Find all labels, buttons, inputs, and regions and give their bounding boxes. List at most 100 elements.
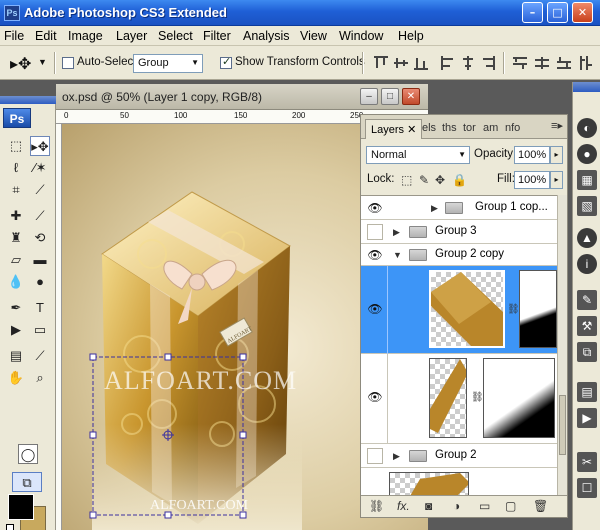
rectangle-tool-icon[interactable]: ▭ bbox=[30, 320, 50, 340]
notes-tool-icon[interactable]: ▤ bbox=[6, 346, 26, 366]
swatches-icon[interactable]: ▦ bbox=[577, 170, 597, 190]
expand-triangle-icon[interactable]: ▶ bbox=[393, 451, 400, 462]
dodge-tool-icon[interactable]: ● bbox=[30, 272, 50, 292]
minimize-button[interactable]: – bbox=[522, 2, 543, 23]
visibility-eye-icon[interactable]: 👁 bbox=[367, 390, 383, 404]
histogram-icon[interactable]: ▲ bbox=[577, 228, 597, 248]
align-top-edges-icon[interactable] bbox=[373, 55, 389, 71]
magic-wand-tool-icon[interactable]: ⁄✶ bbox=[30, 158, 50, 178]
link-icon[interactable]: ⛓ bbox=[507, 304, 520, 315]
menu-layer[interactable]: Layer bbox=[116, 29, 147, 43]
lock-position-icon[interactable]: ✥ bbox=[435, 173, 445, 187]
zoom-tool-icon[interactable]: ⌕ bbox=[30, 368, 50, 388]
opacity-slider-button[interactable]: ▸ bbox=[550, 146, 563, 164]
move-tool-icon[interactable]: ▸✥ bbox=[10, 54, 31, 74]
pen-tool-icon[interactable]: ✒ bbox=[6, 298, 26, 318]
expand-triangle-icon[interactable]: ▶ bbox=[431, 203, 438, 214]
menu-select[interactable]: Select bbox=[158, 29, 193, 43]
actions-icon[interactable]: ▶ bbox=[577, 408, 597, 428]
layer-row-group-1-copy[interactable]: 👁 ▶ Group 1 cop... bbox=[361, 196, 557, 220]
styles-icon[interactable]: ▧ bbox=[577, 196, 597, 216]
new-group-icon[interactable]: ▭ bbox=[479, 499, 490, 513]
layer-row-group-2[interactable]: ▶ Group 2 bbox=[361, 444, 557, 468]
tab-info[interactable]: nfo bbox=[500, 119, 525, 139]
add-mask-icon[interactable]: ◙ bbox=[425, 499, 432, 513]
document-title-bar[interactable]: ox.psd @ 50% (Layer 1 copy, RGB/8) – □ ✕ bbox=[56, 84, 428, 110]
layer-mask-thumbnail[interactable] bbox=[519, 270, 557, 348]
layer-row-group-2-copy[interactable]: 👁 ▼ Group 2 copy bbox=[361, 244, 557, 266]
screen-mode-icon[interactable]: ⧉ bbox=[12, 472, 42, 492]
panel-menu-icon[interactable]: ≡▸ bbox=[551, 119, 563, 132]
layer-comps-icon[interactable]: ☐ bbox=[577, 478, 597, 498]
align-left-edges-icon[interactable] bbox=[440, 55, 456, 71]
tools-icon[interactable]: ✂ bbox=[577, 452, 597, 472]
blend-mode-dropdown[interactable]: Normal ▼ bbox=[366, 146, 470, 164]
brushes-icon[interactable]: ✎ bbox=[577, 290, 597, 310]
quick-mask-icon[interactable]: ◯ bbox=[18, 444, 38, 464]
dock-grip[interactable] bbox=[573, 82, 600, 92]
layer-row-group-3[interactable]: ▶ Group 3 bbox=[361, 220, 557, 244]
lock-image-icon[interactable]: ✎ bbox=[419, 173, 429, 187]
distribute-bottom-icon[interactable] bbox=[556, 55, 572, 71]
distribute-left-icon[interactable] bbox=[578, 55, 594, 71]
layer-mask-thumbnail[interactable] bbox=[483, 358, 555, 438]
tool-presets-icon[interactable]: ⚒ bbox=[577, 316, 597, 336]
hand-tool-icon[interactable]: ✋ bbox=[6, 368, 26, 388]
menu-view[interactable]: View bbox=[300, 29, 327, 43]
fill-slider-button[interactable]: ▸ bbox=[550, 171, 563, 189]
move-tool-icon[interactable]: ▸✥ bbox=[30, 136, 50, 156]
visibility-eye-icon[interactable]: 👁 bbox=[367, 201, 383, 215]
color-icon[interactable]: ● bbox=[577, 144, 597, 164]
navigator-icon[interactable]: ◐ bbox=[577, 118, 597, 138]
distribute-top-icon[interactable] bbox=[512, 55, 528, 71]
close-icon[interactable]: ✕ bbox=[407, 124, 416, 136]
align-bottom-edges-icon[interactable] bbox=[413, 55, 429, 71]
menu-window[interactable]: Window bbox=[339, 29, 383, 43]
layers-scrollbar[interactable] bbox=[557, 195, 567, 495]
expand-triangle-icon[interactable]: ▶ bbox=[393, 227, 400, 238]
align-vertical-centers-icon[interactable] bbox=[393, 55, 409, 71]
link-icon[interactable]: ⛓ bbox=[471, 392, 484, 403]
type-tool-icon[interactable]: T bbox=[30, 298, 50, 318]
auto-select-checkbox[interactable] bbox=[62, 57, 74, 69]
menu-image[interactable]: Image bbox=[68, 29, 103, 43]
distribute-vertical-centers-icon[interactable] bbox=[534, 55, 550, 71]
maximize-button[interactable]: □ bbox=[547, 2, 568, 23]
slice-tool-icon[interactable]: ⟋ bbox=[30, 180, 50, 200]
visibility-eye-icon[interactable]: 👁 bbox=[367, 248, 383, 262]
collapse-triangle-icon[interactable]: ▼ bbox=[393, 250, 402, 260]
show-transform-checkbox[interactable] bbox=[220, 55, 232, 69]
layer-style-icon[interactable]: fx. bbox=[397, 499, 410, 513]
link-layers-icon[interactable]: ⛓ bbox=[369, 499, 384, 513]
marquee-tool-icon[interactable]: ⬚ bbox=[6, 136, 26, 156]
menu-analysis[interactable]: Analysis bbox=[243, 29, 290, 43]
scrollbar-thumb[interactable] bbox=[559, 395, 566, 455]
clone-source-icon[interactable]: ⧉ bbox=[577, 342, 597, 362]
brush-tool-icon[interactable]: ⟋ bbox=[30, 206, 50, 226]
visibility-toggle[interactable] bbox=[367, 448, 383, 464]
doc-maximize-button[interactable]: □ bbox=[381, 88, 399, 105]
doc-minimize-button[interactable]: – bbox=[360, 88, 378, 105]
healing-brush-tool-icon[interactable]: ✚ bbox=[6, 206, 26, 226]
blur-tool-icon[interactable]: 💧 bbox=[6, 272, 26, 292]
path-selection-tool-icon[interactable]: ▶ bbox=[6, 320, 26, 340]
eyedropper-tool-icon[interactable]: ⟋ bbox=[30, 346, 50, 366]
opacity-input[interactable]: 100% bbox=[514, 146, 550, 164]
align-horizontal-centers-icon[interactable] bbox=[460, 55, 476, 71]
crop-tool-icon[interactable]: ⌗ bbox=[6, 180, 26, 200]
visibility-toggle[interactable] bbox=[367, 224, 383, 240]
info-icon[interactable]: i bbox=[577, 254, 597, 274]
auto-select-dropdown[interactable]: Group ▼ bbox=[133, 54, 203, 73]
lock-transparent-icon[interactable]: ⬚ bbox=[401, 173, 412, 187]
toolbox-grip[interactable] bbox=[0, 96, 56, 104]
layer-row-selected[interactable]: 👁 ⛓ bbox=[361, 266, 557, 354]
menu-edit[interactable]: Edit bbox=[35, 29, 57, 43]
fill-input[interactable]: 100% bbox=[514, 171, 550, 189]
clone-stamp-tool-icon[interactable]: ♜ bbox=[6, 228, 26, 248]
history-icon[interactable]: ▤ bbox=[577, 382, 597, 402]
delete-layer-icon[interactable]: 🗑 bbox=[533, 499, 548, 513]
menu-file[interactable]: File bbox=[4, 29, 24, 43]
adjustment-layer-icon[interactable]: ◑ bbox=[453, 499, 460, 513]
align-right-edges-icon[interactable] bbox=[480, 55, 496, 71]
new-layer-icon[interactable]: ▢ bbox=[505, 499, 516, 513]
